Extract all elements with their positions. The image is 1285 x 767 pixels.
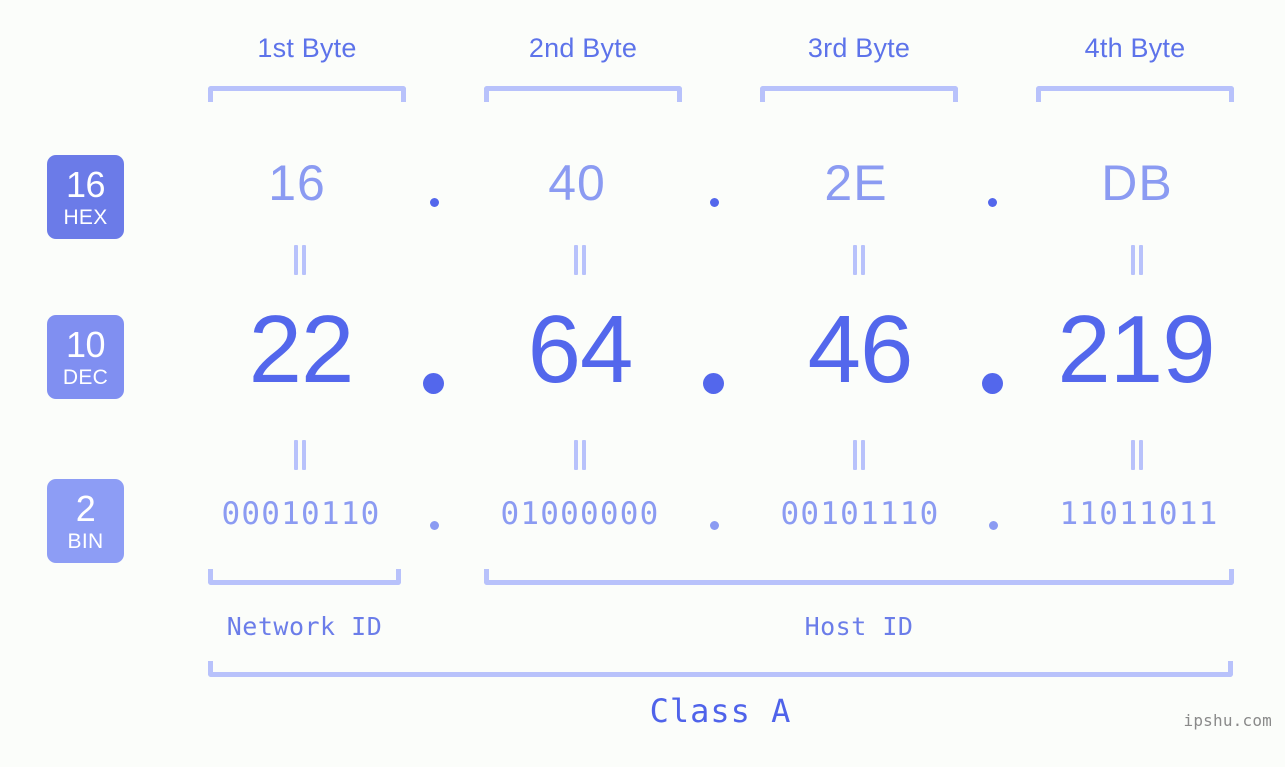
hex-separator-dot-2: [710, 198, 719, 207]
network-id-bracket: [208, 569, 401, 585]
dec-byte-3: 46: [807, 296, 914, 403]
base-badge-dec-number: 10: [65, 323, 106, 365]
dec-separator-dot-3: [982, 373, 1003, 394]
byte-bracket-4: [1036, 86, 1234, 102]
byte-bracket-3: [760, 86, 958, 102]
bin-byte-2: 01000000: [500, 496, 660, 532]
equality-marker-hex-dec-1: [292, 245, 308, 275]
byte-bracket-1: [208, 86, 406, 102]
bin-separator-dot-1: [430, 521, 439, 530]
bin-separator-dot-3: [989, 521, 998, 530]
hex-byte-2: 40: [548, 155, 606, 211]
hex-byte-3: 2E: [824, 155, 888, 211]
hex-separator-dot-3: [988, 198, 997, 207]
dec-byte-4: 219: [1057, 296, 1215, 403]
dec-byte-2: 64: [527, 296, 634, 403]
bin-byte-1: 00010110: [221, 496, 381, 532]
byte-header-label-4: 4th Byte: [1084, 33, 1186, 63]
dec-byte-1: 22: [248, 296, 355, 403]
base-badge-bin-name: BIN: [67, 529, 104, 553]
hex-separator-dot-1: [430, 198, 439, 207]
hex-byte-1: 16: [268, 155, 326, 211]
equality-marker-dec-bin-4: [1129, 440, 1145, 470]
bin-separator-dot-2: [710, 521, 719, 530]
class-label: Class A: [649, 692, 792, 730]
equality-marker-dec-bin-1: [292, 440, 308, 470]
bin-byte-3: 00101110: [780, 496, 940, 532]
base-badge-dec-name: DEC: [62, 365, 109, 389]
network-id-label: Network ID: [226, 612, 383, 641]
equality-marker-hex-dec-3: [851, 245, 867, 275]
base-badge-hex: 16 HEX: [47, 155, 124, 239]
site-watermark: ipshu.com: [1183, 711, 1272, 730]
hex-byte-4: DB: [1101, 155, 1173, 211]
equality-marker-hex-dec-4: [1129, 245, 1145, 275]
equality-marker-hex-dec-2: [572, 245, 588, 275]
byte-header-label-2: 2nd Byte: [528, 33, 638, 63]
host-id-label: Host ID: [804, 612, 914, 641]
byte-header-label-3: 3rd Byte: [807, 33, 911, 63]
base-badge-hex-number: 16: [65, 163, 106, 205]
byte-header-label-1: 1st Byte: [257, 33, 357, 63]
host-id-bracket: [484, 569, 1234, 585]
base-badge-bin-number: 2: [75, 487, 96, 529]
bin-byte-4: 11011011: [1059, 496, 1219, 532]
base-badge-hex-name: HEX: [63, 205, 108, 229]
byte-bracket-2: [484, 86, 682, 102]
dec-separator-dot-2: [703, 373, 724, 394]
class-bracket: [208, 661, 1233, 677]
base-badge-dec: 10 DEC: [47, 315, 124, 399]
dec-separator-dot-1: [423, 373, 444, 394]
equality-marker-dec-bin-2: [572, 440, 588, 470]
ip-breakdown-diagram: 1st Byte 2nd Byte 3rd Byte 4th Byte 16 H…: [0, 0, 1285, 767]
base-badge-bin: 2 BIN: [47, 479, 124, 563]
equality-marker-dec-bin-3: [851, 440, 867, 470]
